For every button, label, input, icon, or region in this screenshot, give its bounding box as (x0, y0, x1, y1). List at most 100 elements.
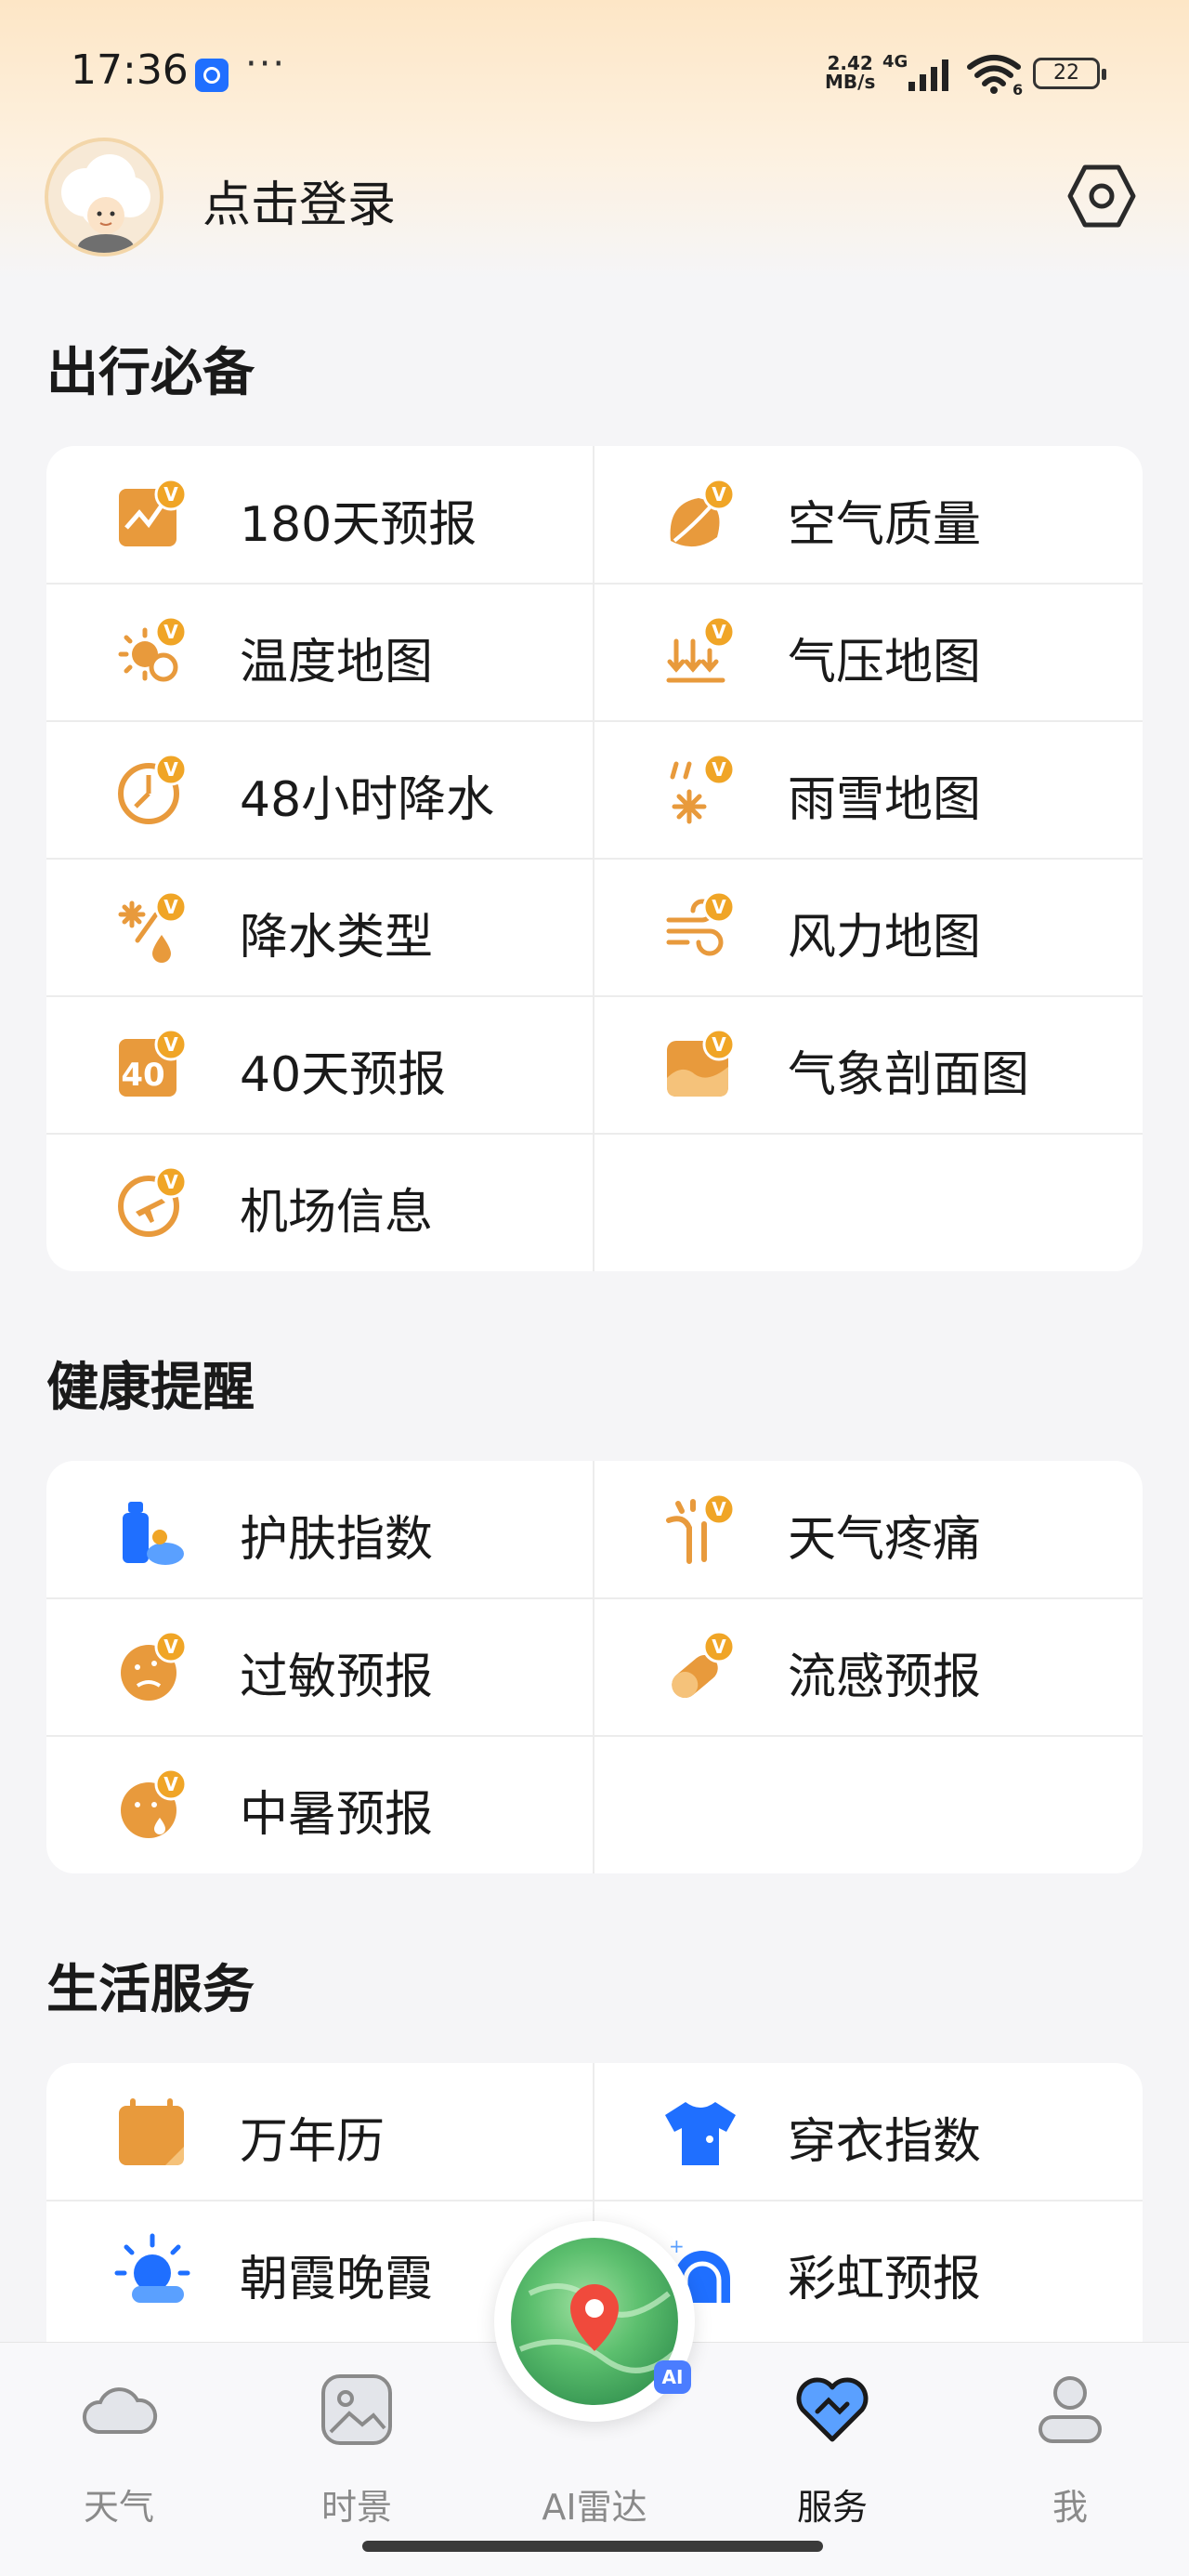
svg-text:V: V (163, 1636, 178, 1658)
service-label: 雨雪地图 (788, 772, 982, 828)
service-item-weather-pain[interactable]: V 天气疼痛 (594, 1461, 1143, 1598)
health-card: 护肤指数 V 天气疼痛 V 过敏预报 V 流感预报 V 中暑预报 (46, 1461, 1143, 1873)
svg-text:V: V (712, 621, 726, 643)
svg-text:V: V (163, 758, 178, 781)
nav-label: 时景 (320, 2487, 392, 2528)
service-label: 护肤指数 (240, 1512, 434, 1568)
nav-label: AI雷达 (542, 2487, 647, 2528)
picture-icon (321, 2374, 392, 2445)
svg-text:40: 40 (121, 1057, 164, 1094)
service-label: 机场信息 (240, 1185, 434, 1241)
service-item-180-forecast[interactable]: V 180天预报 (46, 446, 594, 584)
service-label: 朝霞晚霞 (240, 2252, 434, 2307)
service-item-calendar[interactable]: 万年历 (46, 2063, 594, 2201)
svg-text:V: V (712, 1498, 726, 1520)
login-link[interactable]: 点击登录 (203, 165, 396, 235)
skincare-icon (123, 1502, 184, 1565)
service-label: 中暑预报 (240, 1787, 434, 1843)
service-item-clothing[interactable]: 穿衣指数 (594, 2063, 1143, 2201)
calendar-40-icon: 40 V (119, 1028, 188, 1097)
ai-badge: AI (654, 2360, 691, 2394)
service-label: 彩虹预报 (788, 2252, 982, 2307)
ai-radar-button[interactable]: AI (494, 2221, 695, 2422)
service-label: 48小时降水 (240, 772, 495, 828)
profile-chart-icon: V (667, 1028, 736, 1097)
wind-icon: V (666, 890, 736, 956)
svg-text:V: V (163, 1033, 178, 1056)
nav-tab-services[interactable]: 服务 (758, 2371, 907, 2529)
service-item-heatstroke[interactable]: V 中暑预报 (46, 1736, 594, 1873)
service-item-skincare[interactable]: 护肤指数 (46, 1461, 594, 1598)
wifi-badge: 6 (1013, 81, 1023, 95)
pressure-arrows-icon: V (666, 615, 736, 683)
hexagon-gear-icon[interactable] (1066, 164, 1137, 229)
heatstroke-icon: V (121, 1768, 188, 1838)
nav-tab-scenes[interactable]: 时景 (282, 2371, 431, 2529)
home-indicator[interactable] (362, 2541, 823, 2552)
section-title-health: 健康提醒 (46, 1358, 255, 1418)
service-item-40-forecast[interactable]: 40 V 40天预报 (46, 996, 594, 1134)
clock-rain-icon: V (118, 753, 188, 824)
tshirt-icon (665, 2102, 736, 2165)
service-label: 天气疼痛 (788, 1512, 982, 1568)
service-label: 空气质量 (788, 497, 982, 553)
service-item-48h-precip[interactable]: V 48小时降水 (46, 721, 594, 859)
leaf-icon: V (670, 478, 736, 547)
service-item-airport[interactable]: V 机场信息 (46, 1134, 594, 1271)
service-label: 万年历 (240, 2114, 385, 2170)
nav-label: 服务 (796, 2487, 868, 2528)
service-item-rain-snow-map[interactable]: V 雨雪地图 (594, 721, 1143, 859)
service-item-allergy[interactable]: V 过敏预报 (46, 1598, 594, 1736)
signal-icon (908, 59, 948, 91)
service-item-air-quality[interactable]: V 空气质量 (594, 446, 1143, 584)
battery-indicator: 22 (1033, 58, 1106, 89)
service-item-profile-chart[interactable]: V 气象剖面图 (594, 996, 1143, 1134)
cloud-character-avatar-icon (61, 154, 150, 253)
service-label: 风力地图 (788, 910, 982, 966)
service-label: 40天预报 (240, 1047, 447, 1103)
svg-text:V: V (163, 1171, 178, 1193)
cloud-icon (83, 2387, 158, 2434)
service-label: 气象剖面图 (788, 1047, 1030, 1103)
heart-handshake-icon (796, 2377, 869, 2442)
service-label: 180天预报 (240, 497, 477, 553)
service-label: 穿衣指数 (788, 2114, 982, 2170)
svg-text:+: + (669, 2235, 685, 2257)
svg-text:V: V (163, 896, 178, 918)
service-item-temperature-map[interactable]: V 温度地图 (46, 584, 594, 721)
svg-text:V: V (712, 758, 726, 781)
speed-value: 2.42 (827, 52, 873, 74)
nav-label: 天气 (83, 2487, 154, 2528)
service-label: 过敏预报 (240, 1649, 434, 1705)
section-title-travel: 出行必备 (46, 343, 255, 403)
nav-tab-weather[interactable]: 天气 (45, 2371, 193, 2529)
svg-text:V: V (163, 483, 178, 506)
service-item-flu[interactable]: V 流感预报 (594, 1598, 1143, 1736)
service-label: 降水类型 (240, 910, 434, 966)
nav-tab-me[interactable]: 我 (996, 2371, 1144, 2529)
service-label: 流感预报 (788, 1649, 982, 1705)
svg-text:V: V (712, 896, 726, 918)
svg-text:V: V (163, 621, 178, 643)
pain-joint-icon: V (666, 1492, 736, 1564)
svg-text:V: V (163, 1773, 178, 1795)
section-title-life: 生活服务 (46, 1960, 255, 2020)
app-notification-icon (195, 59, 229, 92)
svg-text:V: V (712, 1033, 726, 1056)
avatar[interactable] (45, 138, 163, 256)
travel-card: V 180天预报 V 空气质量 V 温度地图 V 气压地图 V 48小时降水 V… (46, 446, 1143, 1271)
service-item-pressure-map[interactable]: V 气压地图 (594, 584, 1143, 721)
svg-text:V: V (712, 483, 726, 506)
more-notifications-icon: ··· (245, 43, 287, 85)
service-label: 温度地图 (240, 635, 434, 690)
allergy-icon: V (121, 1630, 188, 1701)
person-icon (1039, 2376, 1102, 2443)
service-item-wind-map[interactable]: V 风力地图 (594, 859, 1143, 996)
sunrise-icon (114, 2233, 190, 2303)
network-speed: 2.42 MB/s (825, 54, 875, 91)
status-time: 17:36 (71, 46, 189, 94)
service-item-precip-type[interactable]: V 降水类型 (46, 859, 594, 996)
thermo-sun-icon: V (118, 615, 188, 682)
svg-text:V: V (712, 1636, 726, 1658)
calendar-180-icon: V (119, 478, 188, 546)
